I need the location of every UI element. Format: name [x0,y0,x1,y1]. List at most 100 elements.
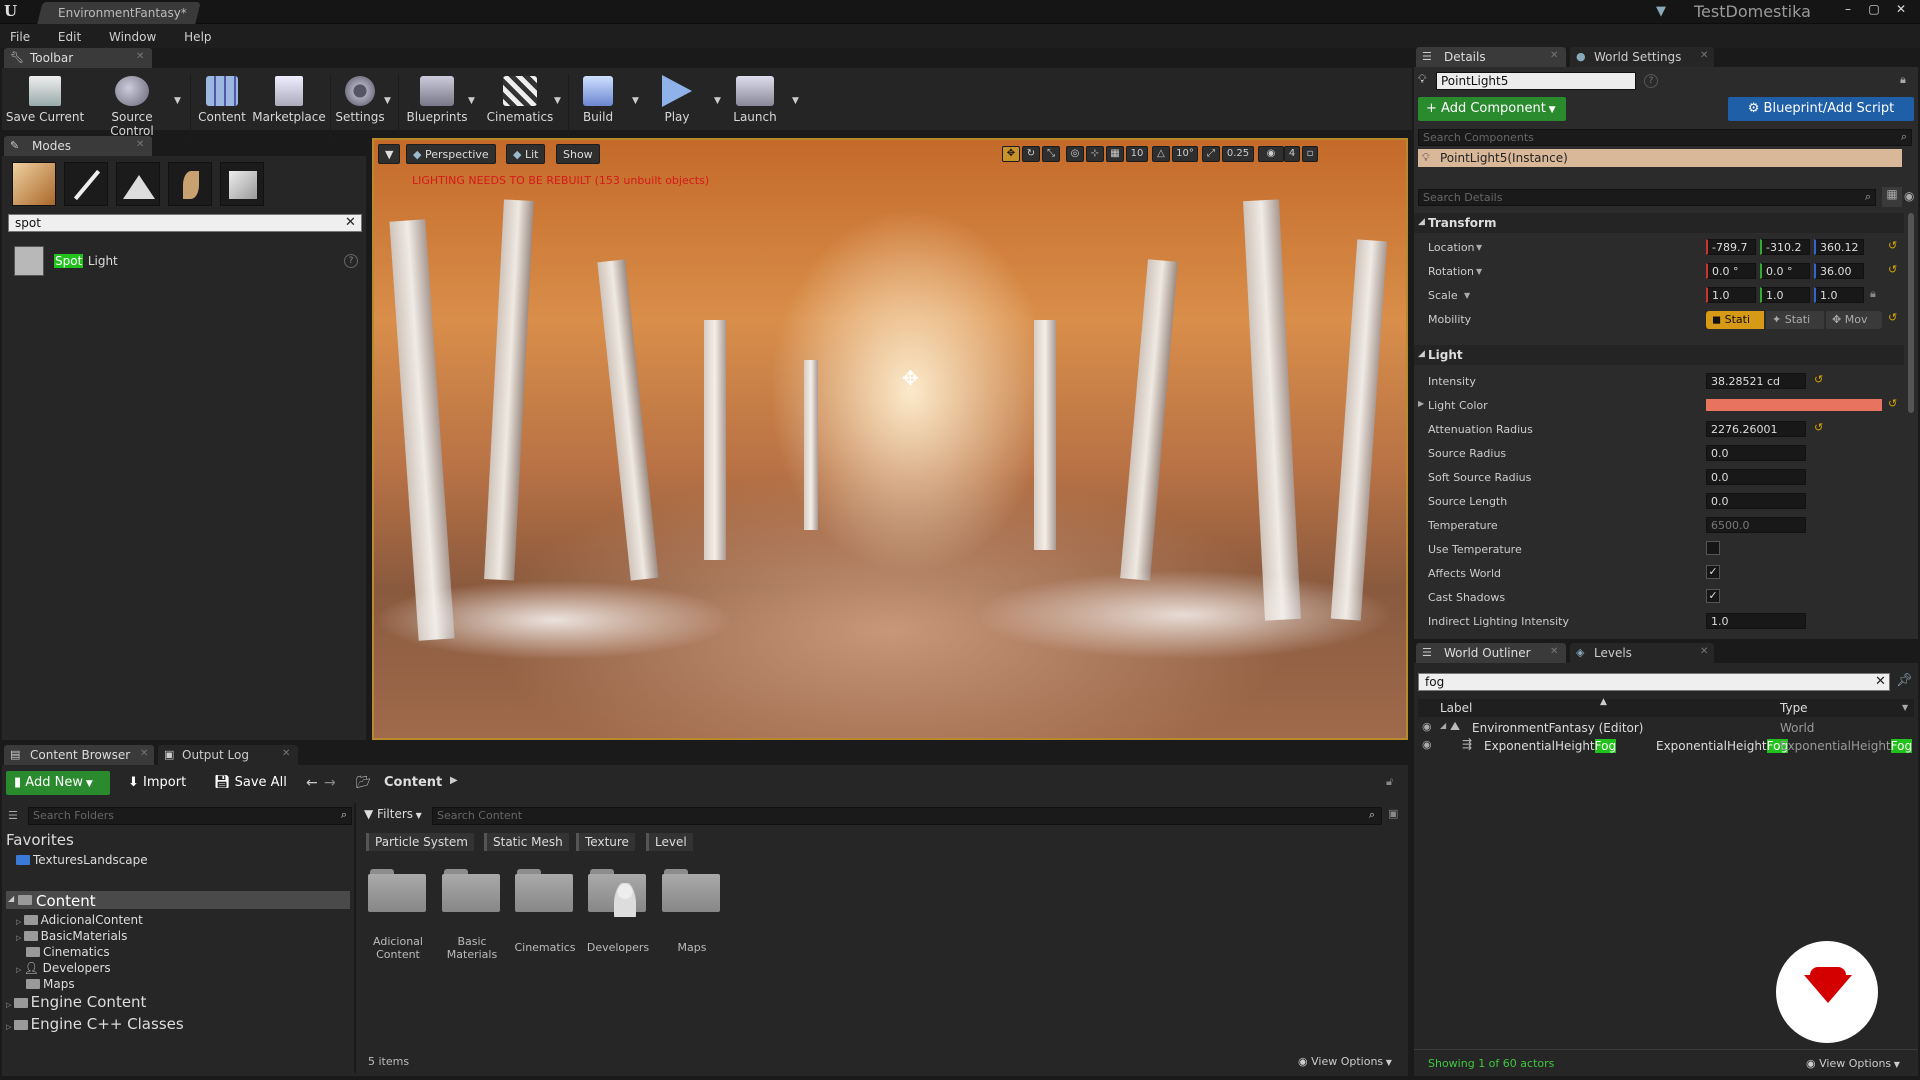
camera-speed-value[interactable]: 4 [1284,146,1300,162]
sort-arrow-icon[interactable]: ▲ [1600,697,1607,707]
attenuation-radius-field[interactable]: 2276.26001 [1706,421,1806,437]
menu-edit[interactable]: Edit [58,30,81,44]
blueprints-dropdown-icon[interactable]: ▼ [468,96,475,106]
dropdown-icon[interactable]: ▼ [1476,267,1482,276]
dropdown-icon[interactable]: ▼ [1464,291,1470,300]
help-icon[interactable]: ? [344,254,358,268]
surface-snap-icon[interactable]: ⊹ [1086,146,1104,162]
rotation-label[interactable]: Rotation [1428,265,1474,278]
world-settings-tab[interactable]: ● World Settings ✕ [1570,47,1714,67]
close-button[interactable]: ✕ [1888,2,1914,20]
minimize-button[interactable]: – [1836,2,1860,20]
viewport[interactable]: ▼ ◆ Perspective ◆ Lit Show LIGHTING NEED… [372,138,1408,740]
marketplace-button[interactable]: Marketplace [250,72,328,152]
import-button[interactable]: ⬇ Import [120,771,194,795]
search-content-field[interactable]: Search Content ⌕ [432,807,1382,825]
filters-button[interactable]: ▼ Filters ▼ [364,807,422,821]
grid-snap-value[interactable]: 10 [1126,146,1148,162]
location-z-field[interactable]: 360.12 [1814,239,1864,255]
path-arrow-icon[interactable]: ▶ [450,775,458,786]
rotation-snap-value[interactable]: 10° [1172,146,1198,162]
expand-arrow-icon[interactable]: ▶ [1418,399,1424,408]
build-dropdown-icon[interactable]: ▼ [632,96,639,106]
col-type-header[interactable]: Type [1780,701,1808,715]
location-x-field[interactable]: -789.7 [1706,239,1756,255]
output-log-tab[interactable]: ▣ Output Log ✕ [158,745,298,765]
scale-snap-icon[interactable]: ⤢ [1202,146,1220,162]
tab-close-icon[interactable]: ✕ [140,748,148,759]
clear-search-icon[interactable]: ✕ [345,215,356,230]
property-matrix-icon[interactable]: ▦ [1882,187,1902,207]
filter-chip-level[interactable]: Level [646,833,693,851]
intensity-field[interactable]: 38.28521 cd [1706,373,1806,389]
perspective-button[interactable]: ◆ Perspective [406,144,496,164]
foliage-mode-icon[interactable] [168,162,212,206]
search-components-field[interactable]: Search Components ⌕ [1418,129,1912,146]
folder-adicional-content[interactable] [368,869,428,913]
paint-mode-icon[interactable] [64,162,108,206]
dropdown-icon[interactable]: ▼ [1902,703,1908,712]
details-tab[interactable]: ☰ Details ✕ [1416,47,1566,67]
unreal-logo-icon[interactable]: U [4,2,22,20]
outliner-row-fog[interactable]: ◉ ⇶ ExponentialHeightFog ExponentialHeig… [1418,737,1914,755]
source-control-dropdown-icon[interactable]: ▼ [174,96,181,106]
reset-arrow-icon[interactable]: ↺ [1888,263,1897,276]
modes-search-field[interactable]: spot ✕ [8,214,362,232]
notification-icon[interactable]: ▼ [1656,4,1672,20]
soft-source-radius-field[interactable]: 0.0 [1706,469,1806,485]
cast-shadows-checkbox[interactable]: ✓ [1706,589,1720,603]
launch-dropdown-icon[interactable]: ▼ [792,96,799,106]
light-color-swatch[interactable] [1706,399,1882,411]
rotate-tool-icon[interactable]: ↻ [1022,146,1040,162]
reset-arrow-icon[interactable]: ↺ [1814,421,1823,434]
tab-close-icon[interactable]: ✕ [1700,50,1708,61]
mobility-stationary-button[interactable]: ✦ Stati [1766,311,1824,329]
component-instance-row[interactable]: 💡︎ PointLight5(Instance) [1418,149,1902,167]
translate-tool-icon[interactable]: ✥ [1002,146,1020,162]
details-scrollbar[interactable] [1908,213,1914,413]
settings-dropdown-icon[interactable]: ▼ [384,96,391,106]
tab-close-icon[interactable]: ✕ [1550,646,1558,657]
col-label-header[interactable]: Label [1440,701,1472,715]
engine-cpp-item[interactable]: ▷ Engine C++ Classes [6,1015,184,1033]
affects-world-checkbox[interactable]: ✓ [1706,565,1720,579]
favorite-item[interactable]: TexturesLandscape [16,853,148,867]
world-local-icon[interactable]: ◎ [1066,146,1084,162]
scale-snap-value[interactable]: 0.25 [1222,146,1254,162]
clear-search-icon[interactable]: ✕ [1875,674,1886,689]
filter-chip-particle[interactable]: Particle System [366,833,474,851]
dropdown-icon[interactable]: ▼ [1476,243,1482,252]
scale-label[interactable]: Scale [1428,289,1458,302]
scale-z-field[interactable]: 1.0 [1814,287,1864,303]
tab-close-icon[interactable]: ✕ [1550,50,1558,61]
path-content-label[interactable]: Content [384,775,442,790]
levels-tab[interactable]: ◈ Levels ✕ [1570,643,1714,663]
play-dropdown-icon[interactable]: ▼ [714,96,721,106]
source-radius-field[interactable]: 0.0 [1706,445,1806,461]
filter-chip-static-mesh[interactable]: Static Mesh [484,833,569,851]
actor-name-field[interactable]: PointLight5 [1436,72,1636,90]
rotation-z-field[interactable]: 36.00 [1814,263,1864,279]
scale-lock-icon[interactable]: 🔒︎ [1870,287,1876,301]
tab-close-icon[interactable]: ✕ [1700,646,1708,657]
back-arrow-icon[interactable]: ← [306,775,318,791]
folder-developers[interactable] [588,869,648,917]
engine-content-item[interactable]: ▷ Engine Content [6,993,146,1011]
tree-item-cinematics[interactable]: Cinematics [26,945,110,959]
source-panel-toggle-icon[interactable]: ▣ [1388,807,1398,820]
folder-maps[interactable] [662,869,722,913]
cinematics-dropdown-icon[interactable]: ▼ [554,96,561,106]
info-icon[interactable]: ? [1644,74,1658,88]
content-button[interactable]: Content [194,72,250,152]
camera-speed-icon[interactable]: ◉ [1258,146,1284,162]
reset-arrow-icon[interactable]: ↺ [1888,239,1897,252]
content-view-options[interactable]: ◉ View Options ▼ [1298,1055,1392,1068]
modes-tab[interactable]: ✎ Modes ✕ [4,136,152,156]
reset-arrow-icon[interactable]: ↺ [1814,373,1823,386]
viewport-options-button[interactable]: ▼ [378,144,400,164]
toolbar-tab[interactable]: 🔧︎ Toolbar ✕ [4,48,152,68]
reset-arrow-icon[interactable]: ↺ [1888,397,1897,410]
menu-help[interactable]: Help [184,30,211,44]
reset-arrow-icon[interactable]: ↺ [1888,311,1897,324]
pin-icon[interactable]: 📌︎ [1896,673,1913,688]
